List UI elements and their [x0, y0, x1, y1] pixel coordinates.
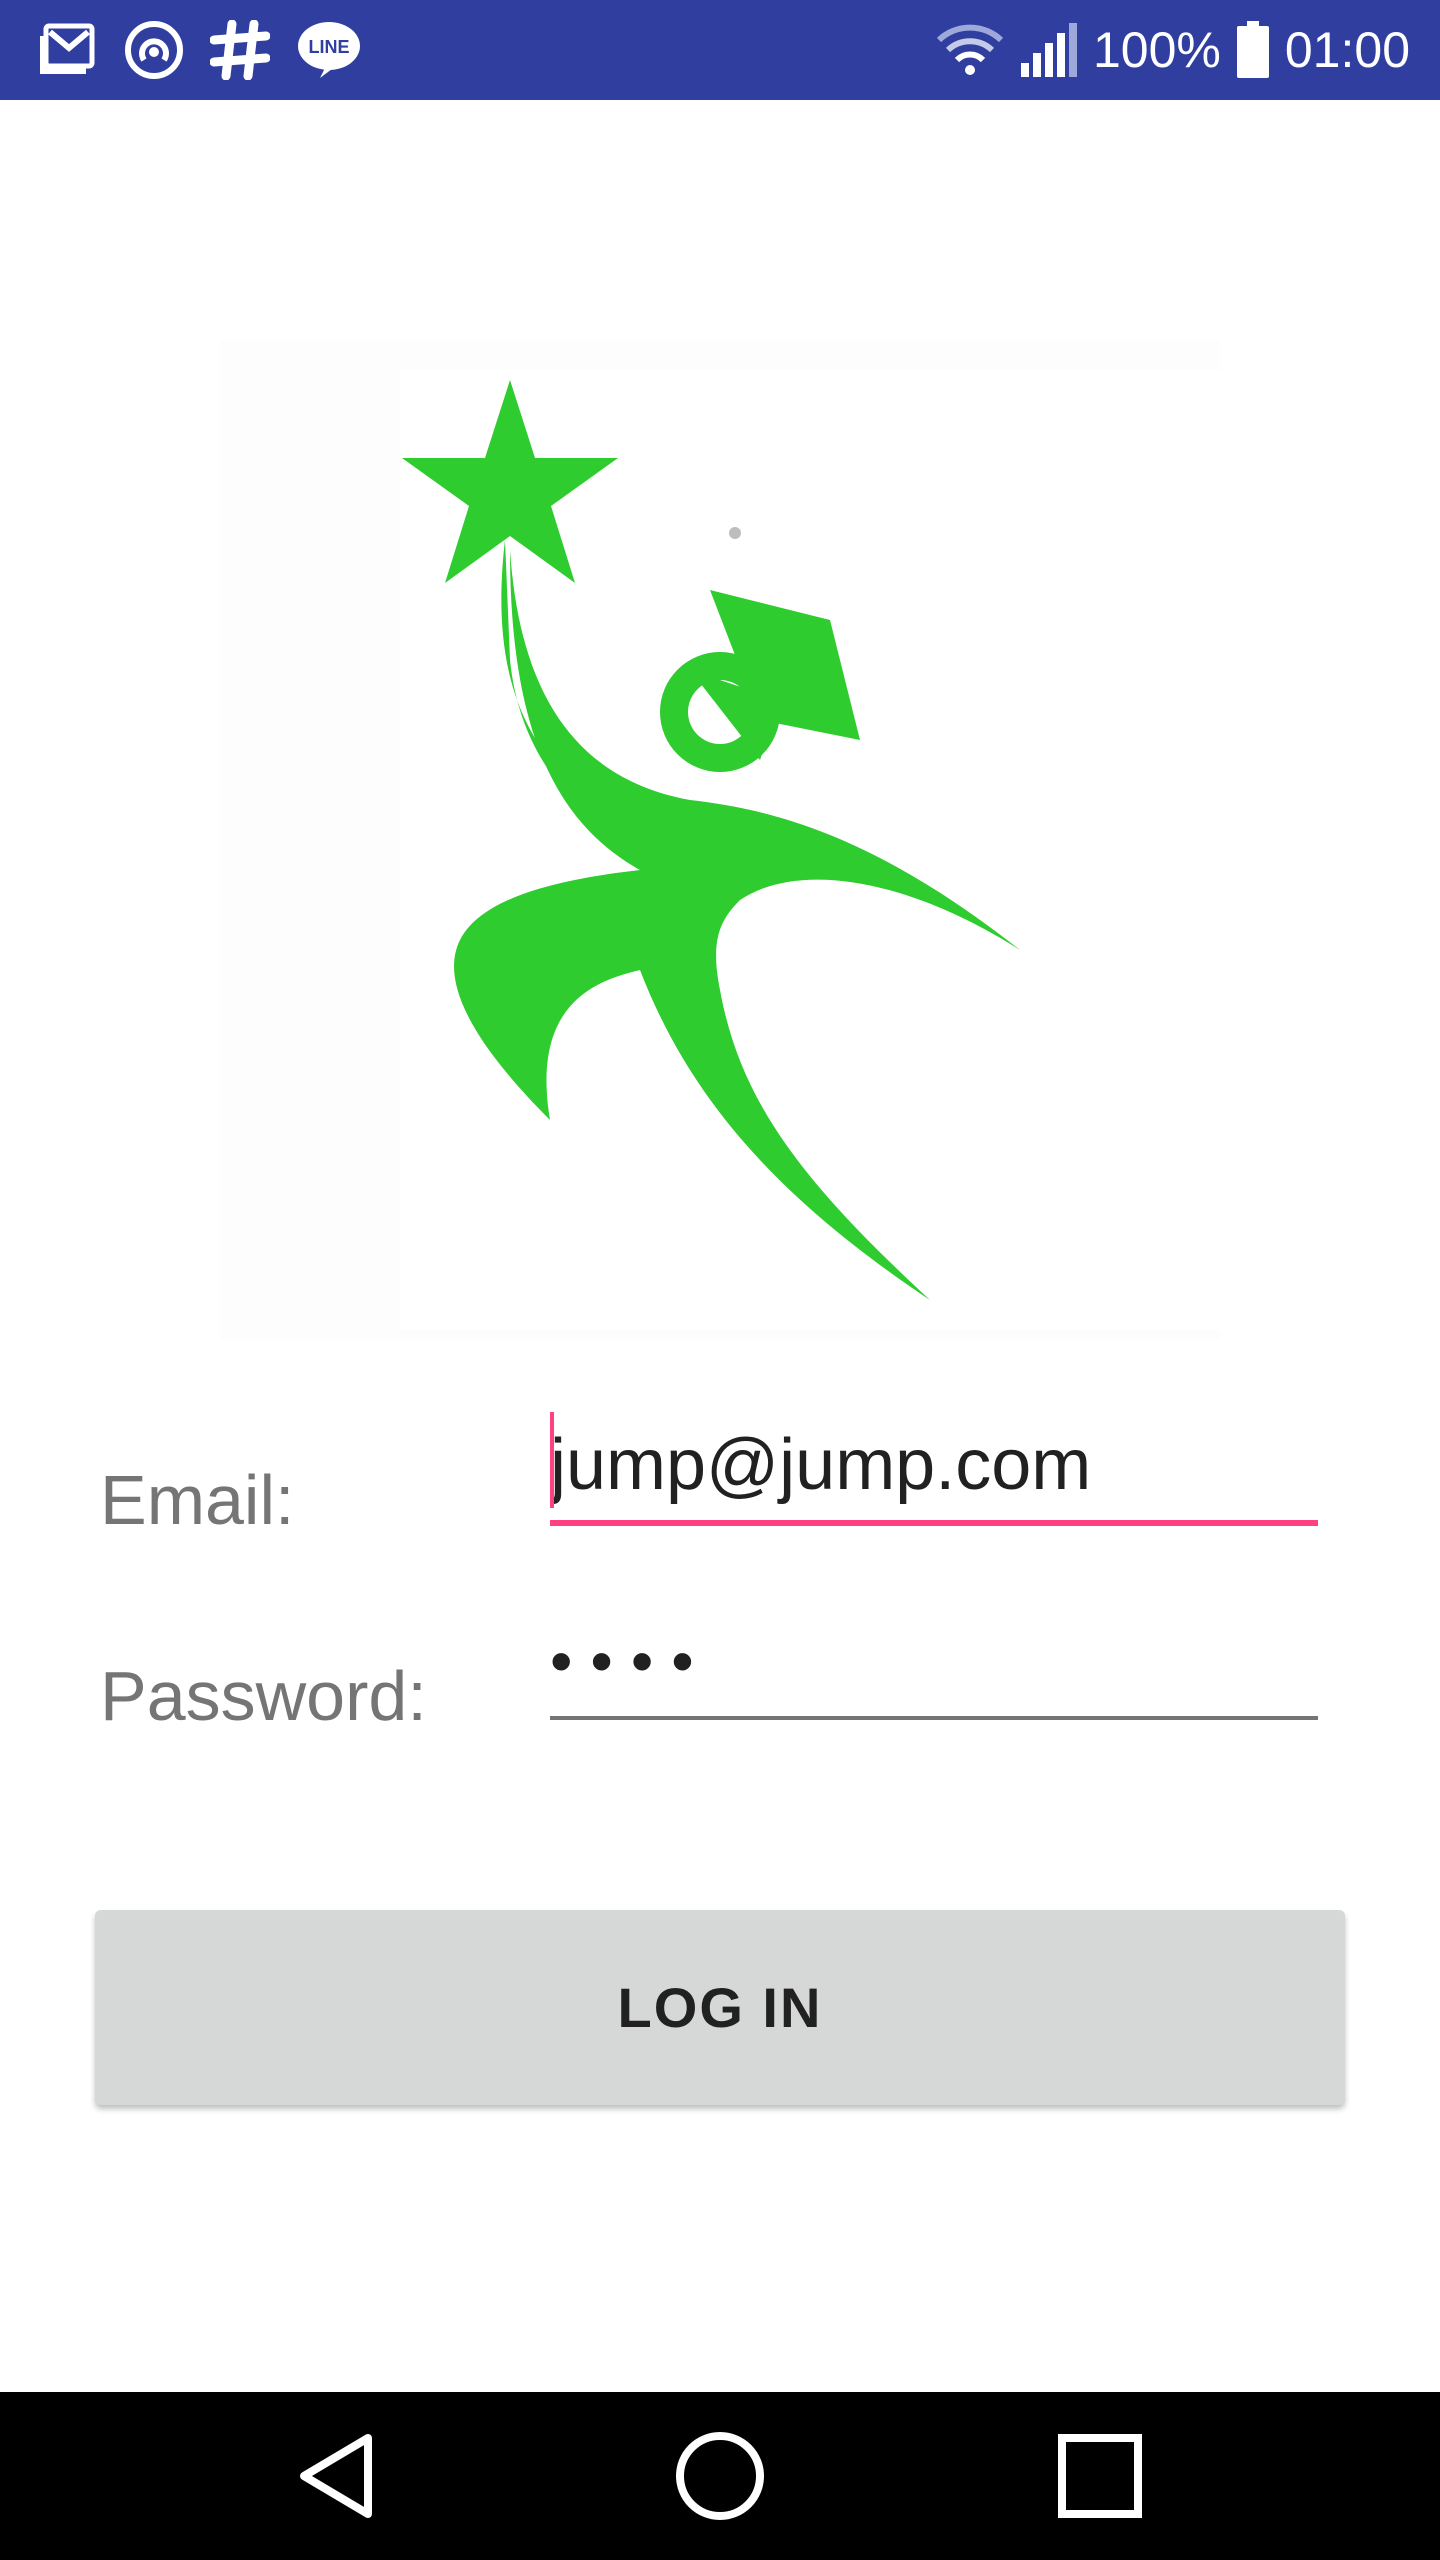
home-circle-icon[interactable] — [670, 2426, 770, 2526]
slack-icon — [210, 20, 270, 80]
battery-percentage: 100% — [1092, 22, 1221, 78]
jump-logo-icon — [220, 340, 1220, 1340]
password-field-container — [550, 1606, 1318, 1720]
wifi-icon — [935, 22, 1005, 78]
line-icon: LINE — [296, 20, 362, 80]
password-field[interactable] — [550, 1606, 1318, 1716]
airdroid-icon — [124, 20, 184, 80]
email-field-underline — [550, 1520, 1318, 1526]
gmail-icon — [38, 22, 98, 78]
password-field-underline — [550, 1716, 1318, 1720]
clock: 01:00 — [1284, 22, 1410, 78]
login-screen: LINE 100% 01:00 Email: jump@jump.com Pas… — [0, 0, 1440, 2560]
password-label: Password: — [100, 1657, 427, 1735]
system-status: 100% 01:00 — [935, 16, 1410, 84]
back-triangle-icon[interactable] — [290, 2426, 390, 2526]
email-label: Email: — [100, 1461, 295, 1539]
notification-icons: LINE — [38, 16, 362, 84]
navigation-bar — [0, 2392, 1440, 2560]
recents-square-icon[interactable] — [1050, 2426, 1150, 2526]
status-bar: LINE 100% 01:00 — [0, 0, 1440, 100]
signal-icon — [1019, 21, 1079, 79]
line-badge-text: LINE — [308, 37, 349, 57]
email-field[interactable] — [550, 1410, 1318, 1520]
text-cursor — [550, 1412, 554, 1508]
login-button[interactable]: LOG IN — [95, 1910, 1345, 2105]
battery-icon — [1235, 21, 1271, 79]
email-field-container — [550, 1410, 1318, 1526]
